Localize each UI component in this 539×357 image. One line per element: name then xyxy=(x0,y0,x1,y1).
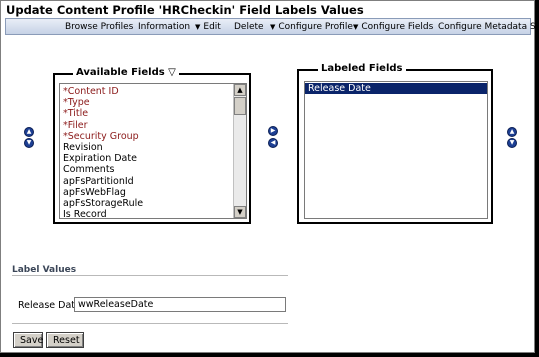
menu-configure-fields[interactable]: ▼ Configure Fields xyxy=(353,20,433,34)
menu-configure-profile[interactable]: ▼ Configure Profile xyxy=(270,20,353,34)
list-item[interactable]: *Content ID xyxy=(60,86,246,97)
list-item[interactable]: apFsWebFlag xyxy=(60,187,246,198)
list-item[interactable]: *Type xyxy=(60,97,246,108)
list-item[interactable]: Expiration Date xyxy=(60,153,246,164)
filter-triangle-icon[interactable]: ▽ xyxy=(168,67,176,78)
move-up-icon[interactable]: ▲ xyxy=(507,127,517,137)
move-up-icon[interactable]: ▲ xyxy=(24,127,34,137)
list-item[interactable]: Release Date xyxy=(305,83,487,95)
menu-configure-fields-label: Configure Fields xyxy=(361,22,434,32)
list-item[interactable]: *Filer xyxy=(60,120,246,131)
move-right-icon[interactable]: ▶ xyxy=(268,126,278,136)
chevron-down-icon: ▼ xyxy=(353,23,359,31)
menu-information[interactable]: Information xyxy=(138,20,190,34)
menu-configure-profile-label: Configure Profile xyxy=(278,22,353,32)
move-left-icon[interactable]: ◀ xyxy=(268,138,278,148)
list-item[interactable]: *Title xyxy=(60,108,246,119)
menu-edit-label: Edit xyxy=(203,22,221,32)
frame-shadow xyxy=(535,3,539,357)
page-title: Update Content Profile 'HRCheckin' Field… xyxy=(6,3,364,17)
available-fields-title: Available Fields xyxy=(76,67,165,78)
reset-button[interactable]: Reset xyxy=(46,332,84,348)
labeled-fields-legend: Labeled Fields xyxy=(318,62,406,76)
list-item[interactable]: Is Record xyxy=(60,209,246,218)
divider xyxy=(12,275,288,277)
available-fields-legend: Available Fields ▽ xyxy=(73,66,179,80)
menu-edit[interactable]: ▼ Edit xyxy=(195,20,221,34)
label-values-heading: Label Values xyxy=(12,265,77,275)
frame-shadow xyxy=(3,353,539,357)
scroll-down-icon[interactable]: ▼ xyxy=(234,206,246,218)
labeled-fields-list[interactable]: Release Date xyxy=(304,81,488,219)
list-item[interactable]: apFsStorageRule xyxy=(60,198,246,209)
list-item[interactable]: Revision xyxy=(60,142,246,153)
list-item[interactable]: *Security Group xyxy=(60,131,246,142)
page-frame: Update Content Profile 'HRCheckin' Field… xyxy=(0,0,539,353)
release-date-label: Release Date xyxy=(18,300,81,311)
list-item[interactable]: Comments xyxy=(60,164,246,175)
available-fields-list[interactable]: *Content ID *Type *Title *Filer *Securit… xyxy=(59,83,247,219)
labeled-fields-group: Labeled Fields Release Date xyxy=(297,62,493,224)
divider xyxy=(12,323,288,325)
chevron-down-icon: ▼ xyxy=(195,23,201,31)
save-button[interactable]: Save xyxy=(13,332,43,348)
menu-browse-profiles[interactable]: Browse Profiles xyxy=(65,20,133,34)
move-down-icon[interactable]: ▼ xyxy=(507,138,517,148)
scroll-up-icon[interactable]: ▲ xyxy=(234,84,246,96)
release-date-input[interactable] xyxy=(74,297,286,312)
scroll-thumb[interactable] xyxy=(234,97,246,115)
menu-configure-metadata-set[interactable]: Configure Metadata Set xyxy=(438,20,539,34)
available-fields-group: Available Fields ▽ *Content ID *Type *Ti… xyxy=(53,66,251,224)
move-down-icon[interactable]: ▼ xyxy=(24,138,34,148)
available-fields-scrollbar[interactable]: ▲ ▼ xyxy=(233,84,246,218)
chevron-down-icon: ▼ xyxy=(270,23,276,31)
menu-bar: Browse Profiles Information ▼ Edit Delete… xyxy=(5,18,539,35)
menu-delete[interactable]: Delete xyxy=(234,20,264,34)
list-item[interactable]: apFsPartitionId xyxy=(60,176,246,187)
